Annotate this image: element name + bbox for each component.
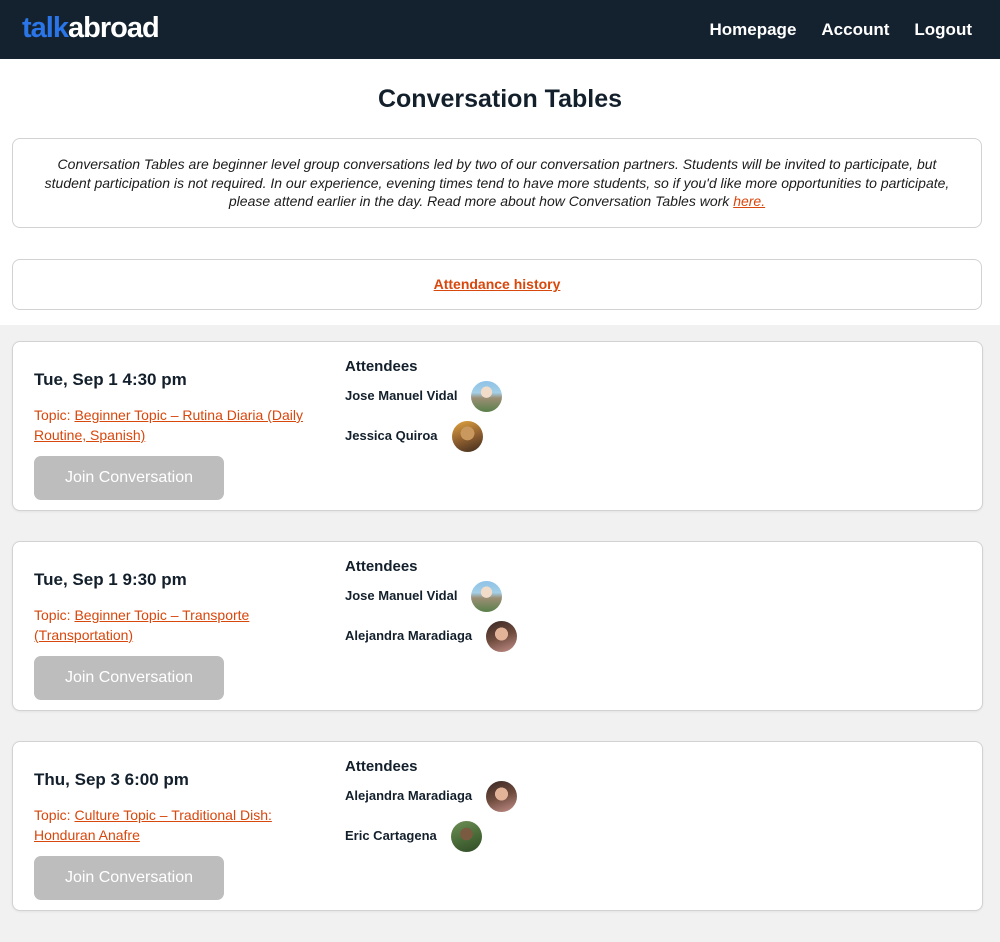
- join-conversation-button[interactable]: Join Conversation: [34, 856, 224, 900]
- attendance-history-box: Attendance history: [12, 259, 982, 310]
- nav-homepage-link[interactable]: Homepage: [709, 19, 796, 41]
- attendees-heading: Attendees: [345, 758, 418, 775]
- attendees-heading: Attendees: [345, 558, 418, 575]
- avatar: [471, 380, 503, 412]
- conversation-card: Tue, Sep 1 4:30 pm Topic: Beginner Topic…: [12, 341, 983, 511]
- conversation-card: Thu, Sep 3 6:00 pm Topic: Culture Topic …: [12, 741, 983, 911]
- session-topic: Topic: Beginner Topic – Rutina Diaria (D…: [34, 405, 324, 445]
- topic-link[interactable]: Beginner Topic – Rutina Diaria (Daily Ro…: [34, 407, 303, 443]
- attendee: Alejandra Maradiaga: [345, 780, 518, 812]
- avatar: [486, 620, 518, 652]
- intro-box: Conversation Tables are beginner level g…: [12, 138, 982, 228]
- join-conversation-button[interactable]: Join Conversation: [34, 656, 224, 700]
- attendee-name: Jose Manuel Vidal: [345, 388, 458, 403]
- session-datetime: Tue, Sep 1 9:30 pm: [34, 570, 187, 589]
- nav-account-link[interactable]: Account: [821, 19, 889, 41]
- talkabroad-logo[interactable]: talkabroad: [22, 11, 160, 45]
- topic-label: Topic:: [34, 807, 71, 823]
- attendee-name: Jessica Quiroa: [345, 428, 438, 443]
- avatar: [471, 580, 503, 612]
- attendee: Jose Manuel Vidal: [345, 580, 503, 612]
- attendance-history-link[interactable]: Attendance history: [434, 275, 561, 293]
- attendee: Eric Cartagena: [345, 820, 482, 852]
- attendee: Jose Manuel Vidal: [345, 380, 503, 412]
- avatar: [451, 420, 483, 452]
- attendee-name: Jose Manuel Vidal: [345, 588, 458, 603]
- session-topic: Topic: Beginner Topic – Transporte (Tran…: [34, 605, 324, 645]
- topic-label: Topic:: [34, 407, 71, 423]
- attendee-name: Alejandra Maradiaga: [345, 788, 473, 803]
- attendee-name: Eric Cartagena: [345, 828, 437, 843]
- read-more-link[interactable]: here.: [733, 193, 765, 209]
- avatar: [486, 780, 518, 812]
- nav-logout-link[interactable]: Logout: [914, 19, 972, 41]
- conversation-card: Tue, Sep 1 9:30 pm Topic: Beginner Topic…: [12, 541, 983, 711]
- intro-text: Conversation Tables are beginner level g…: [44, 156, 950, 209]
- top-navbar: talkabroad Homepage Account Logout: [0, 0, 1000, 59]
- attendee: Jessica Quiroa: [345, 420, 483, 452]
- avatar: [450, 820, 482, 852]
- logo-talk: talk: [22, 12, 69, 44]
- session-datetime: Thu, Sep 3 6:00 pm: [34, 770, 189, 789]
- nav-links: Homepage Account Logout: [709, 19, 972, 41]
- attendees-heading: Attendees: [345, 358, 418, 375]
- session-topic: Topic: Culture Topic – Traditional Dish:…: [34, 805, 324, 845]
- topic-label: Topic:: [34, 607, 71, 623]
- attendee-name: Alejandra Maradiaga: [345, 628, 473, 643]
- attendee: Alejandra Maradiaga: [345, 620, 518, 652]
- page-title: Conversation Tables: [377, 85, 623, 113]
- logo-abroad: abroad: [67, 12, 160, 44]
- session-datetime: Tue, Sep 1 4:30 pm: [34, 370, 187, 389]
- join-conversation-button[interactable]: Join Conversation: [34, 456, 224, 500]
